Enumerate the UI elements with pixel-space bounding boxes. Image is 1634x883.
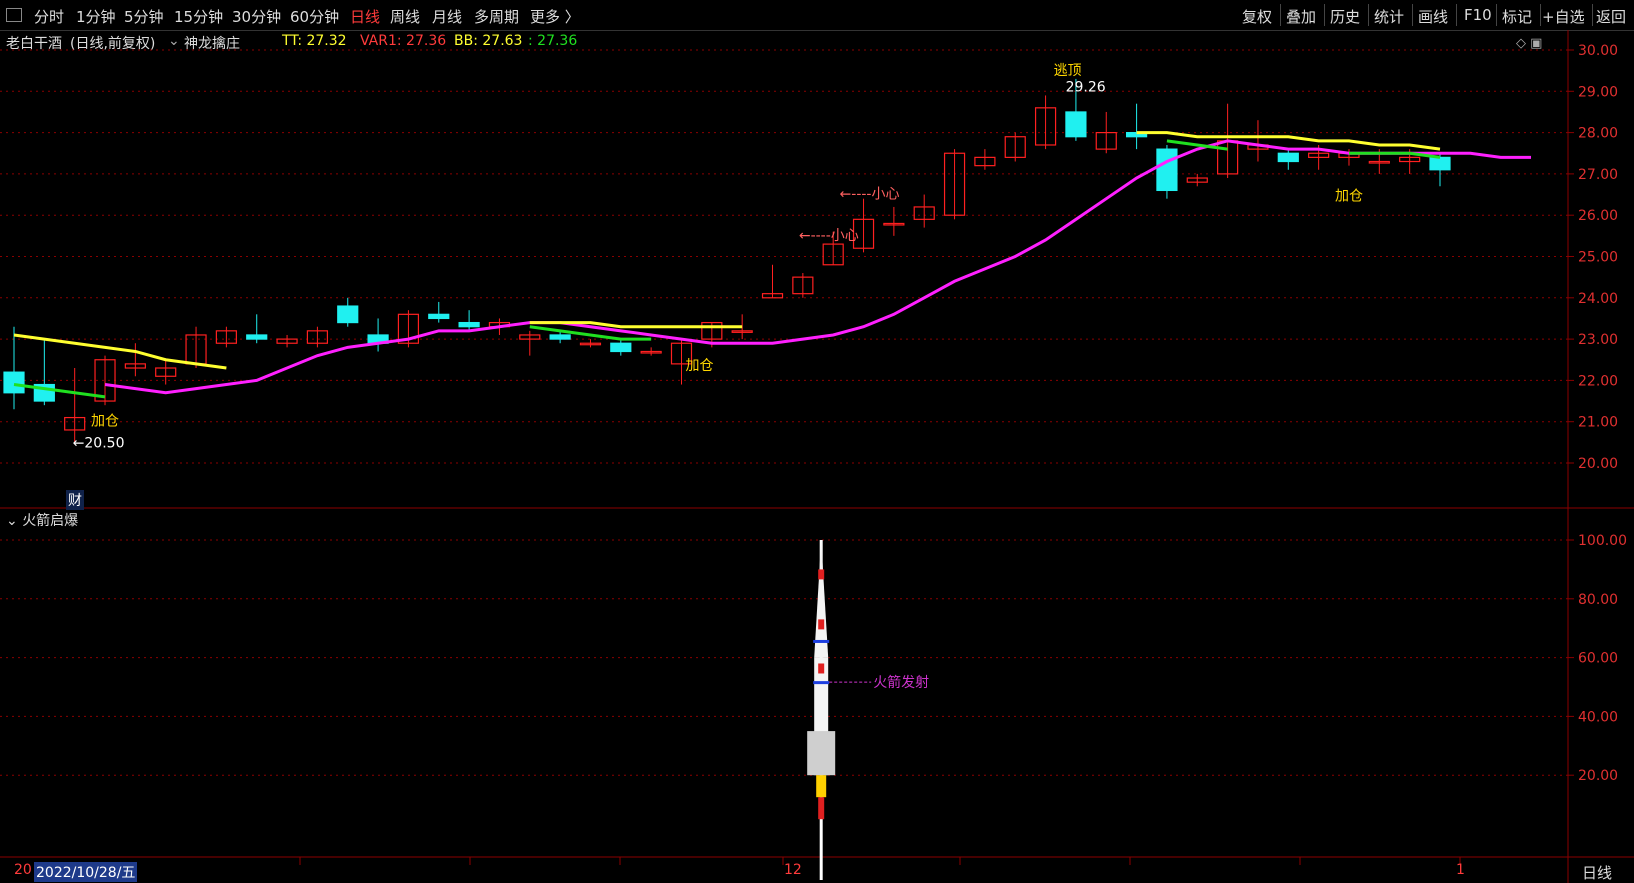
axis-start-label: 20: [14, 862, 32, 878]
period-toolbar: 分时 1分钟 5分钟 15分钟 30分钟 60分钟 日线 周线 月线 多周期 更…: [0, 0, 1634, 31]
low-price-label: ←20.50: [73, 435, 125, 451]
sub-axis-label: 80.00: [1578, 592, 1618, 608]
tab-30min[interactable]: 30分钟: [232, 6, 281, 27]
candle-body: [3, 371, 25, 394]
add-watchlist-button[interactable]: +自选: [1542, 6, 1585, 27]
candle-body: [1065, 111, 1087, 138]
sub-axis-label: 60.00: [1578, 651, 1618, 667]
tab-15min[interactable]: 15分钟: [174, 6, 223, 27]
sub-axis-label: 40.00: [1578, 709, 1618, 725]
tab-1min[interactable]: 1分钟: [76, 6, 116, 27]
candle-body: [337, 305, 359, 324]
candle-body: [610, 342, 632, 353]
candle-body: [246, 334, 268, 340]
rocket-exhaust: [818, 797, 825, 820]
rocket-flame: [816, 775, 827, 798]
candle-body: [1156, 148, 1178, 192]
f10-button[interactable]: F10: [1464, 6, 1492, 24]
high-price-label: 29.26: [1066, 79, 1106, 95]
period-label: 日线: [1582, 864, 1613, 882]
axis-month-12: 12: [784, 862, 802, 878]
candle-body: [549, 334, 571, 340]
price-axis-label: 22.00: [1578, 373, 1618, 389]
finance-badge[interactable]: 财: [66, 490, 84, 510]
window-toggle-icon[interactable]: [6, 8, 22, 22]
candle-body: [458, 321, 480, 328]
rocket-window: [818, 619, 825, 630]
add-position-label: 加仓: [685, 358, 713, 374]
add-position-label: 加仓: [91, 414, 119, 430]
price-axis-label: 26.00: [1578, 208, 1618, 224]
price-axis-label: 21.00: [1578, 415, 1618, 431]
ma-line: [104, 139, 1532, 395]
sub-axis-label: 100.00: [1578, 533, 1627, 549]
tab-more[interactable]: 更多 〉: [530, 6, 580, 27]
back-button[interactable]: 返回: [1596, 6, 1626, 27]
rocket-window: [818, 663, 825, 674]
sub-axis-label: 20.00: [1578, 768, 1618, 784]
candle-body: [428, 313, 450, 320]
band-yellow: [529, 321, 743, 329]
draw-button[interactable]: 画线: [1418, 6, 1448, 27]
tab-60min[interactable]: 60分钟: [290, 6, 339, 27]
rocket-booster: [807, 731, 836, 776]
candle-body: [1277, 152, 1299, 163]
price-axis-label: 29.00: [1578, 84, 1618, 100]
history-button[interactable]: 历史: [1330, 6, 1360, 27]
fuquan-button[interactable]: 复权: [1242, 6, 1272, 27]
sub-panel-title-text: 火箭启爆: [22, 513, 79, 529]
price-axis-label: 28.00: [1578, 126, 1618, 142]
rocket-launch-label: 火箭发射: [873, 674, 929, 691]
tab-multi-period[interactable]: 多周期: [474, 6, 519, 27]
rocket-window: [818, 569, 825, 580]
sub-panel-title[interactable]: ⌄ 火箭启爆: [6, 510, 78, 530]
rocket-stripe: [813, 639, 830, 643]
price-axis-label: 20.00: [1578, 456, 1618, 472]
price-axis-label: 25.00: [1578, 250, 1618, 266]
kline-chart[interactable]: 30.00 29.00 28.00 27.00 26.00 25.00 24.00 23.00…: [0, 30, 1634, 883]
caution-label: ←----小心: [799, 228, 859, 244]
tab-daily[interactable]: 日线: [350, 6, 380, 27]
price-axis-label: 27.00: [1578, 167, 1618, 183]
tab-fenshi[interactable]: 分时: [34, 6, 64, 27]
candle-body: [1429, 156, 1451, 171]
mark-button[interactable]: 标记: [1502, 6, 1532, 27]
add-position-label: 加仓: [1335, 189, 1363, 205]
price-axis-label: 24.00: [1578, 291, 1618, 307]
cursor-date: 2022/10/28/五: [34, 862, 138, 882]
tab-weekly[interactable]: 周线: [390, 6, 420, 27]
caution-label: ←----小心: [840, 187, 900, 203]
rocket-stripe: [813, 681, 830, 685]
band-green: [13, 383, 106, 399]
band-yellow: [13, 333, 227, 370]
overlay-button[interactable]: 叠加: [1286, 6, 1316, 27]
sub-panel-dropdown-icon[interactable]: ⌄: [6, 513, 18, 529]
price-axis-label: 30.00: [1578, 43, 1618, 59]
tab-monthly[interactable]: 月线: [432, 6, 462, 27]
stats-button[interactable]: 统计: [1374, 6, 1404, 27]
price-axis-label: 23.00: [1578, 332, 1618, 348]
tab-5min[interactable]: 5分钟: [124, 6, 164, 27]
band-yellow: [1136, 131, 1441, 151]
escape-top-label: 逃顶: [1054, 63, 1082, 79]
axis-month-1: 1: [1456, 862, 1465, 878]
